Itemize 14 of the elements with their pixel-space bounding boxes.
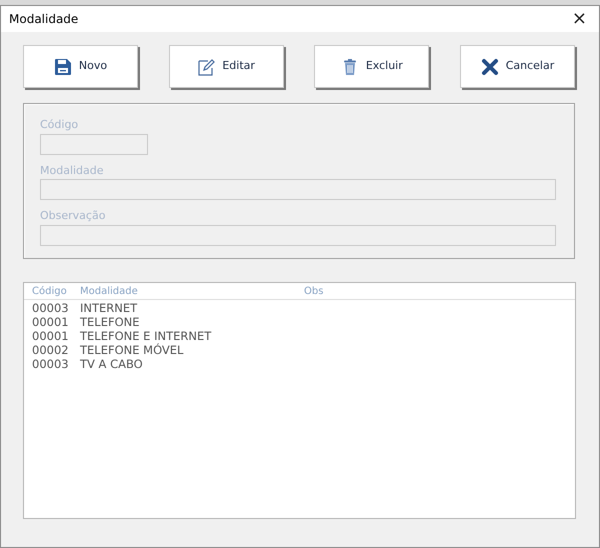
toolbar-button[interactable]: Novo: [23, 45, 138, 88]
window-title: Modalidade: [9, 11, 78, 28]
field-label: Modalidade: [40, 164, 105, 178]
x-mark-icon: [480, 58, 499, 76]
column-header: Obs: [304, 284, 324, 298]
toolbar-button[interactable]: Editar: [168, 45, 284, 88]
toolbar-button[interactable]: Excluir: [314, 45, 430, 88]
close-button[interactable]: ×: [568, 10, 591, 28]
field-label: Código: [40, 118, 80, 132]
column-header: Código: [32, 284, 68, 298]
column-header: Modalidade: [80, 284, 139, 298]
toolbar-button[interactable]: Cancelar: [460, 45, 575, 88]
field-label: Observação: [40, 209, 106, 223]
pencil-note-icon: [197, 58, 216, 76]
